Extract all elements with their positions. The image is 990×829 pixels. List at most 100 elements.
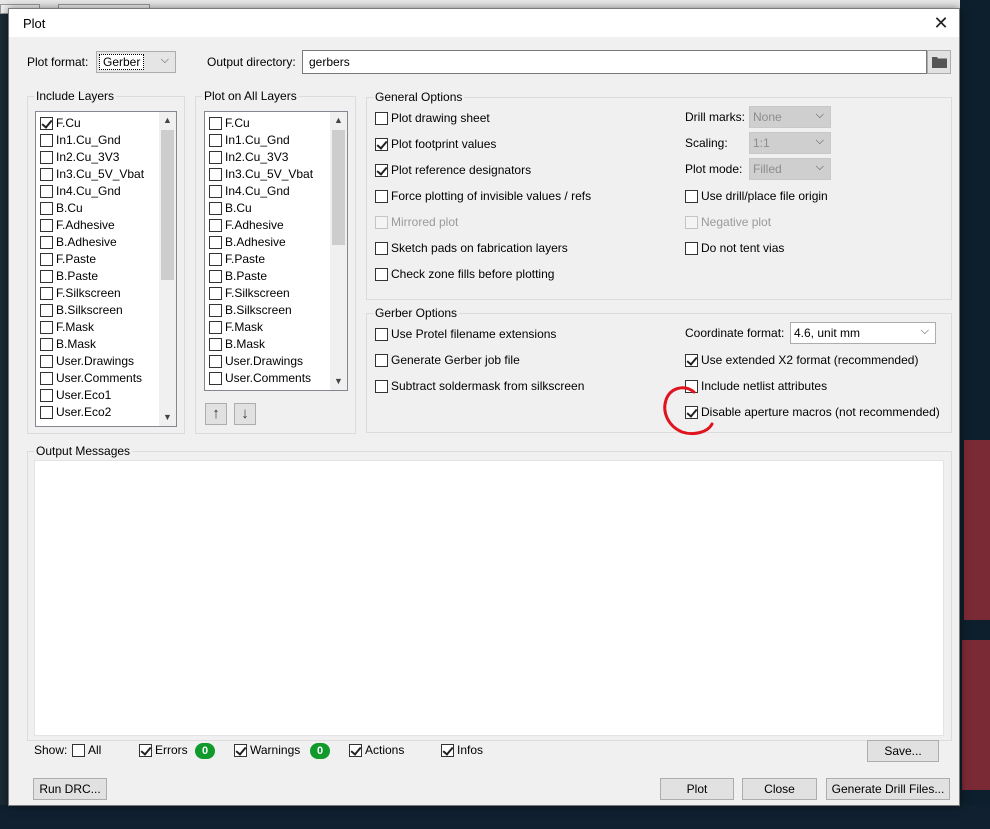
plot-all-layer-item[interactable]: User.Drawings <box>209 353 329 370</box>
include-layer-item[interactable]: F.Mask <box>40 319 160 336</box>
output-messages-area[interactable] <box>34 460 944 736</box>
scroll-thumb[interactable] <box>161 130 174 280</box>
include-layer-item[interactable]: F.Paste <box>40 251 160 268</box>
drill-marks-select[interactable]: None ⌵ <box>749 106 831 128</box>
plot-mode-select[interactable]: Filled ⌵ <box>749 158 831 180</box>
scroll-up-icon[interactable]: ▲ <box>330 112 347 129</box>
checkbox-box[interactable] <box>685 354 698 367</box>
browse-folder-button[interactable] <box>927 50 951 74</box>
plot-all-layer-item[interactable]: F.Paste <box>209 251 329 268</box>
layer-checkbox[interactable] <box>40 406 53 419</box>
layer-checkbox[interactable] <box>209 270 222 283</box>
plot-all-layer-item[interactable]: F.Silkscreen <box>209 285 329 302</box>
checkbox-box[interactable] <box>375 216 388 229</box>
plot-all-layers-list[interactable]: F.Cu In1.Cu_Gnd In2.Cu_3V3 In3.Cu_5V_Vbat In… <box>204 111 348 391</box>
include-layer-item[interactable]: F.Cu <box>40 115 160 132</box>
include-layers-scrollbar[interactable]: ▲ ▼ <box>159 112 176 426</box>
layer-checkbox[interactable] <box>40 287 53 300</box>
plot-all-layer-item[interactable]: B.Mask <box>209 336 329 353</box>
layer-checkbox[interactable] <box>209 202 222 215</box>
layer-checkbox[interactable] <box>40 151 53 164</box>
checkbox-box[interactable] <box>375 380 388 393</box>
include-layer-item[interactable]: In2.Cu_3V3 <box>40 149 160 166</box>
include-layer-item[interactable]: User.Eco1 <box>40 387 160 404</box>
scroll-down-icon[interactable]: ▼ <box>330 373 347 390</box>
scroll-down-icon[interactable]: ▼ <box>159 409 176 426</box>
plot-all-layer-item[interactable]: In3.Cu_5V_Vbat <box>209 166 329 183</box>
layer-checkbox[interactable] <box>209 134 222 147</box>
close-icon[interactable]: ✕ <box>931 13 951 33</box>
layer-checkbox[interactable] <box>209 287 222 300</box>
checkbox-box[interactable] <box>375 268 388 281</box>
plot-all-layer-item[interactable]: User.Comments <box>209 370 329 387</box>
plot-format-select[interactable]: Gerber ⌵ <box>96 51 176 73</box>
layer-checkbox[interactable] <box>40 202 53 215</box>
include-layer-item[interactable]: B.Cu <box>40 200 160 217</box>
layer-checkbox[interactable] <box>40 372 53 385</box>
include-layers-list[interactable]: F.Cu In1.Cu_Gnd In2.Cu_3V3 In3.Cu_5V_Vbat In… <box>35 111 177 427</box>
layer-checkbox[interactable] <box>40 117 53 130</box>
checkbox-box[interactable] <box>685 190 698 203</box>
plot-all-layers-scrollbar[interactable]: ▲ ▼ <box>330 112 347 390</box>
scroll-thumb[interactable] <box>332 130 345 245</box>
layer-checkbox[interactable] <box>40 270 53 283</box>
layer-checkbox[interactable] <box>40 185 53 198</box>
plot-all-layer-item[interactable]: F.Adhesive <box>209 217 329 234</box>
checkbox-box[interactable] <box>375 190 388 203</box>
plot-all-layer-item[interactable]: In4.Cu_Gnd <box>209 183 329 200</box>
plot-all-layer-item[interactable]: B.Adhesive <box>209 234 329 251</box>
plot-all-layer-item[interactable]: In1.Cu_Gnd <box>209 132 329 149</box>
include-layer-item[interactable]: B.Silkscreen <box>40 302 160 319</box>
include-layer-item[interactable]: B.Mask <box>40 336 160 353</box>
layer-checkbox[interactable] <box>209 185 222 198</box>
save-messages-button[interactable]: Save... <box>867 740 939 762</box>
checkbox-box[interactable] <box>375 242 388 255</box>
layer-checkbox[interactable] <box>40 321 53 334</box>
include-layer-item[interactable]: User.Eco2 <box>40 404 160 421</box>
include-layer-item[interactable]: F.Adhesive <box>40 217 160 234</box>
plot-button[interactable]: Plot <box>660 778 734 800</box>
checkbox-box[interactable] <box>349 744 362 757</box>
layer-checkbox[interactable] <box>209 355 222 368</box>
layer-checkbox[interactable] <box>209 219 222 232</box>
layer-checkbox[interactable] <box>40 219 53 232</box>
layer-checkbox[interactable] <box>209 372 222 385</box>
checkbox-box[interactable] <box>685 216 698 229</box>
layer-checkbox[interactable] <box>40 338 53 351</box>
plot-all-layer-item[interactable]: B.Silkscreen <box>209 302 329 319</box>
include-layer-item[interactable]: In4.Cu_Gnd <box>40 183 160 200</box>
include-layer-item[interactable]: User.Drawings <box>40 353 160 370</box>
layer-checkbox[interactable] <box>209 236 222 249</box>
checkbox-box[interactable] <box>375 328 388 341</box>
plot-all-layer-item[interactable]: B.Cu <box>209 200 329 217</box>
include-layer-item[interactable]: User.Comments <box>40 370 160 387</box>
scroll-up-icon[interactable]: ▲ <box>159 112 176 129</box>
layer-checkbox[interactable] <box>209 253 222 266</box>
checkbox-box[interactable] <box>375 138 388 151</box>
plot-all-layer-item[interactable]: F.Mask <box>209 319 329 336</box>
layer-checkbox[interactable] <box>209 151 222 164</box>
checkbox-box[interactable] <box>375 164 388 177</box>
layer-checkbox[interactable] <box>40 236 53 249</box>
scaling-select[interactable]: 1:1 ⌵ <box>749 132 831 154</box>
checkbox-box[interactable] <box>139 744 152 757</box>
checkbox-box[interactable] <box>72 744 85 757</box>
output-directory-input[interactable]: gerbers <box>302 50 927 74</box>
layer-checkbox[interactable] <box>40 304 53 317</box>
include-layer-item[interactable]: In3.Cu_5V_Vbat <box>40 166 160 183</box>
layer-checkbox[interactable] <box>40 253 53 266</box>
layer-checkbox[interactable] <box>209 168 222 181</box>
layer-checkbox[interactable] <box>40 134 53 147</box>
include-layer-item[interactable]: In1.Cu_Gnd <box>40 132 160 149</box>
checkbox-box[interactable] <box>685 242 698 255</box>
generate-drill-files-button[interactable]: Generate Drill Files... <box>826 778 950 800</box>
include-layer-item[interactable]: B.Paste <box>40 268 160 285</box>
move-up-button[interactable]: ↑ <box>205 403 227 425</box>
layer-checkbox[interactable] <box>209 338 222 351</box>
checkbox-box[interactable] <box>441 744 454 757</box>
plot-all-layer-item[interactable]: B.Paste <box>209 268 329 285</box>
include-layer-item[interactable]: B.Adhesive <box>40 234 160 251</box>
plot-all-layer-item[interactable]: In2.Cu_3V3 <box>209 149 329 166</box>
run-drc-button[interactable]: Run DRC... <box>33 778 107 800</box>
close-button[interactable]: Close <box>742 778 817 800</box>
